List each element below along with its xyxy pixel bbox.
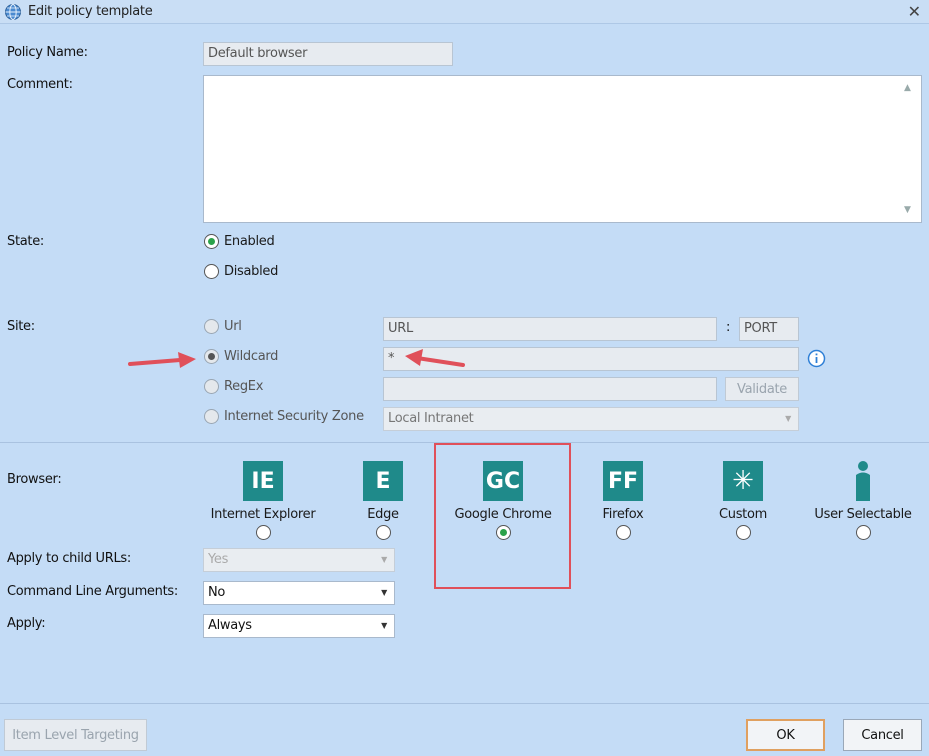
site-url-radio[interactable]: Url [204, 319, 242, 334]
port-separator: : [726, 320, 731, 335]
site-label: Site: [7, 319, 35, 334]
port-field[interactable]: PORT [739, 317, 799, 341]
close-icon[interactable]: ✕ [908, 2, 921, 21]
apply-child-urls-select[interactable]: Yes ▼ [203, 548, 395, 572]
regex-field[interactable] [383, 377, 717, 401]
browser-option-label: User Selectable [814, 507, 912, 522]
red-arrow-icon [128, 352, 196, 368]
globe-icon [5, 4, 21, 20]
state-disabled-label: Disabled [224, 264, 279, 279]
footer-divider [0, 703, 929, 704]
browser-option-firefox[interactable]: FF Firefox [563, 461, 683, 540]
site-regex-radio[interactable]: RegEx [204, 379, 263, 394]
custom-icon: ✳ [723, 461, 763, 501]
browser-option-label: Internet Explorer [210, 507, 316, 522]
radio-icon [204, 349, 219, 364]
policy-name-field[interactable]: Default browser [203, 42, 453, 66]
site-zone-radio[interactable]: Internet Security Zone [204, 409, 364, 424]
site-url-label: Url [224, 319, 242, 334]
browser-option-label: Firefox [602, 507, 644, 522]
scroll-up-icon[interactable]: ▲ [904, 83, 911, 93]
edge-icon: E [363, 461, 403, 501]
command-line-args-select[interactable]: No ▼ [203, 581, 395, 605]
browser-label: Browser: [7, 472, 62, 487]
zone-select[interactable]: Local Intranet ▼ [383, 407, 799, 431]
user-icon [843, 461, 883, 501]
internet-explorer-icon: IE [243, 461, 283, 501]
browser-option-edge[interactable]: E Edge [323, 461, 443, 540]
state-label: State: [7, 234, 44, 249]
browser-option-label: Custom [718, 507, 767, 522]
browser-radio-user-selectable[interactable] [855, 525, 871, 540]
apply-value: Always [208, 618, 252, 633]
chevron-down-icon: ▼ [381, 588, 387, 597]
state-enabled-label: Enabled [224, 234, 275, 249]
browser-radio-firefox[interactable] [615, 525, 631, 540]
command-line-args-label: Command Line Arguments: [7, 584, 178, 599]
command-line-args-value: No [208, 585, 226, 600]
radio-icon [204, 379, 219, 394]
info-icon[interactable] [807, 349, 826, 368]
scroll-down-icon[interactable]: ▼ [904, 205, 911, 215]
site-zone-label: Internet Security Zone [224, 409, 364, 424]
highlight-box [434, 443, 571, 589]
url-field[interactable]: URL [383, 317, 717, 341]
browser-option-user-selectable[interactable]: User Selectable [803, 461, 923, 540]
site-wildcard-radio[interactable]: Wildcard [204, 349, 278, 364]
browser-radio-edge[interactable] [375, 525, 391, 540]
radio-icon [204, 409, 219, 424]
radio-icon [204, 319, 219, 334]
state-enabled-radio[interactable]: Enabled [204, 234, 275, 249]
browser-option-custom[interactable]: ✳ Custom [683, 461, 803, 540]
state-disabled-radio[interactable]: Disabled [204, 264, 278, 279]
policy-name-label: Policy Name: [7, 45, 88, 60]
red-arrow-icon [405, 349, 465, 367]
item-level-targeting-button[interactable]: Item Level Targeting [4, 719, 147, 751]
radio-icon [204, 264, 219, 279]
comment-textarea[interactable] [203, 75, 922, 223]
apply-select[interactable]: Always ▼ [203, 614, 395, 638]
browser-option-ie[interactable]: IE Internet Explorer [203, 461, 323, 540]
zone-select-value: Local Intranet [388, 411, 474, 426]
radio-icon [204, 234, 219, 249]
comment-label: Comment: [7, 77, 73, 92]
site-wildcard-label: Wildcard [224, 349, 279, 364]
browser-radio-custom[interactable] [735, 525, 751, 540]
firefox-icon: FF [603, 461, 643, 501]
title-bar: Edit policy template ✕ [0, 0, 929, 24]
chevron-down-icon: ▼ [381, 555, 387, 564]
apply-label: Apply: [7, 616, 46, 631]
chevron-down-icon: ▼ [381, 621, 387, 630]
validate-button[interactable]: Validate [725, 377, 799, 401]
apply-child-urls-value: Yes [208, 552, 229, 567]
window-title: Edit policy template [28, 4, 153, 19]
chevron-down-icon: ▼ [785, 414, 791, 423]
apply-child-urls-label: Apply to child URLs: [7, 551, 131, 566]
site-regex-label: RegEx [224, 379, 264, 394]
cancel-button[interactable]: Cancel [843, 719, 922, 751]
browser-option-label: Edge [367, 507, 399, 522]
ok-button[interactable]: OK [746, 719, 825, 751]
browser-radio-ie[interactable] [255, 525, 271, 540]
